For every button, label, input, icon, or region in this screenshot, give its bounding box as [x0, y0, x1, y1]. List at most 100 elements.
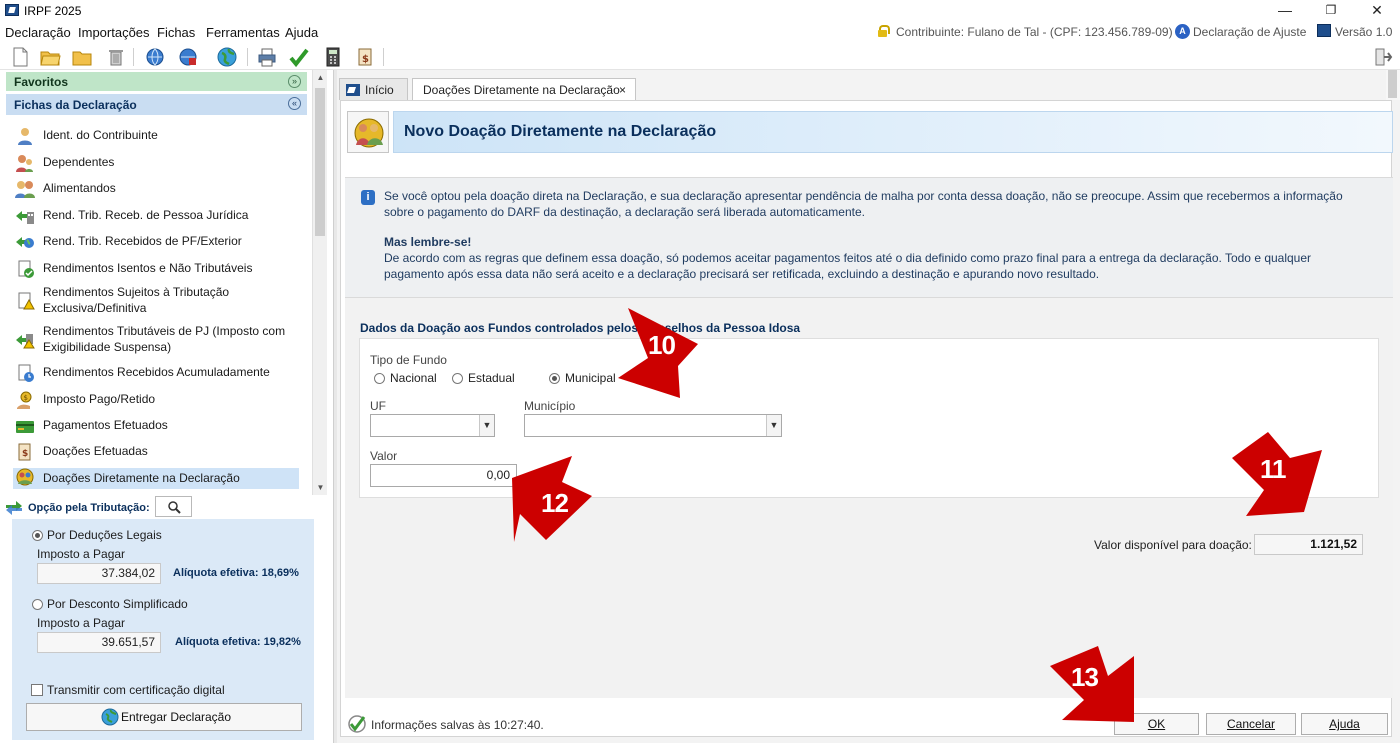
tab-inicio[interactable]: Início [339, 78, 408, 100]
contribuinte-info: Contribuinte: Fulano de Tal - (CPF: 123.… [896, 25, 1173, 39]
sidebar-item-rend-acumuladamente[interactable]: Rendimentos Recebidos Acumuladamente [13, 364, 299, 384]
maximize-button[interactable]: ❐ [1308, 0, 1354, 22]
tab-inicio-label: Início [365, 83, 394, 97]
municipio-dropdown[interactable]: ▼ [524, 414, 782, 437]
verify-check-icon[interactable] [288, 46, 310, 68]
version-label: Versão 1.0 [1335, 25, 1393, 39]
tab-doacoes[interactable]: Doações Diretamente na Declaração × [412, 78, 636, 100]
close-window-button[interactable]: ✕ [1354, 0, 1400, 22]
valor-label: Valor [370, 449, 398, 463]
people-icon [15, 181, 35, 198]
aliquota-simplificado: Alíquota efetiva: 19,82% [175, 636, 301, 648]
sidebar-item-rend-isentos[interactable]: Rendimentos Isentos e Não Tributáveis [13, 260, 299, 280]
sidebar-item-alimentandos[interactable]: Alimentandos [13, 180, 299, 200]
menu-ajuda[interactable]: Ajuda [285, 25, 318, 40]
expand-favoritos-icon[interactable]: » [288, 75, 301, 88]
fichas-header[interactable]: Fichas da Declaração « [6, 94, 307, 115]
left-panel: Favoritos » Fichas da Declaração « Ident… [0, 70, 333, 743]
scroll-up-icon[interactable]: ▲ [313, 70, 328, 85]
document-warning-icon [18, 292, 35, 310]
darf-document-icon[interactable]: $ [354, 46, 376, 68]
version-icon [1317, 24, 1331, 37]
sidebar-item-pagamentos[interactable]: Pagamentos Efetuados [13, 417, 299, 437]
info-bold-text: Mas lembre-se! [384, 235, 472, 249]
valor-input[interactable]: 0,00 [370, 464, 517, 487]
annotation-label-10: 10 [648, 330, 676, 360]
money-warning-icon [16, 334, 35, 349]
print-icon[interactable] [256, 46, 278, 68]
sidebar-item-rend-pf-exterior[interactable]: Rend. Trib. Recebidos de PF/Exterior [13, 233, 299, 253]
sidebar-item-rend-suspensa[interactable]: Rendimentos Tributáveis de PJ (Imposto c… [13, 323, 299, 357]
document-clock-icon [18, 364, 34, 382]
annotation-label-13: 13 [1071, 662, 1099, 692]
imposto-pagar-label-2: Imposto a Pagar [37, 616, 126, 630]
favoritos-header[interactable]: Favoritos » [6, 72, 307, 91]
card-icon [16, 421, 34, 433]
sidebar-item-doacoes-diretamente[interactable]: Doações Diretamente na Declaração [13, 468, 299, 489]
tipo-fundo-label: Tipo de Fundo [370, 353, 447, 367]
radio-estadual[interactable] [452, 373, 463, 384]
section-title: Dados da Doação aos Fundos controlados p… [360, 321, 801, 335]
open-folder-icon[interactable] [39, 46, 61, 68]
donation-people-icon [354, 118, 384, 148]
search-icon [168, 501, 181, 514]
coin-hand-icon: $ [17, 391, 32, 409]
uf-label: UF [370, 399, 386, 413]
sidebar-item-dependentes[interactable]: Dependentes [13, 154, 299, 174]
entregar-label: Entregar Declaração [120, 710, 232, 724]
compare-search-button[interactable] [155, 496, 192, 517]
scroll-down-icon[interactable]: ▼ [313, 480, 328, 495]
globe-icon[interactable] [216, 46, 238, 68]
nacional-label: Nacional [390, 371, 437, 385]
certificacao-label: Transmitir com certificação digital [47, 683, 225, 697]
scroll-thumb[interactable] [315, 88, 325, 236]
menu-fichas[interactable]: Fichas [157, 25, 195, 40]
exit-icon[interactable] [1372, 46, 1394, 68]
menu-ferramentas[interactable]: Ferramentas [206, 25, 280, 40]
sidebar-item-rend-pj[interactable]: Rend. Trib. Receb. de Pessoa Jurídica [13, 207, 299, 227]
cancelar-button[interactable]: Cancelar [1206, 713, 1296, 735]
trash-icon[interactable] [105, 46, 127, 68]
radio-nacional[interactable] [374, 373, 385, 384]
sidebar-item-doacoes-efetuadas[interactable]: $ Doações Efetuadas [13, 443, 299, 463]
form-icon-box [347, 111, 389, 153]
receive-icon[interactable] [177, 46, 199, 68]
swap-arrows-icon [6, 501, 22, 515]
fichas-label: Fichas da Declaração [14, 98, 137, 112]
sidebar-item-rend-exclusiva[interactable]: Rendimentos Sujeitos à Tributação Exclus… [13, 284, 299, 318]
sidebar-scrollbar[interactable]: ▲ ▼ [312, 70, 327, 495]
tab-doacoes-label: Doações Diretamente na Declaração [423, 83, 620, 97]
lock-icon [878, 25, 890, 37]
certificacao-checkbox[interactable] [31, 684, 43, 696]
title-bar: IRPF 2025 — ❐ ✕ [0, 0, 1400, 22]
entregar-declaracao-button[interactable]: Entregar Declaração [26, 703, 302, 731]
form-title-bar: Novo Doação Diretamente na Declaração [393, 111, 1393, 153]
minimize-button[interactable]: — [1262, 0, 1308, 22]
money-company-icon [16, 211, 34, 224]
imposto-deducoes-value: 37.384,02 [37, 563, 161, 584]
transmit-icon[interactable] [144, 46, 166, 68]
tab-close-icon[interactable]: × [619, 79, 626, 101]
calculator-icon[interactable] [322, 46, 344, 68]
collapse-fichas-icon[interactable]: « [288, 97, 301, 110]
saved-check-icon [348, 715, 366, 733]
ajuda-button[interactable]: Ajuda [1301, 713, 1388, 735]
sidebar-item-imposto-pago[interactable]: $ Imposto Pago/Retido [13, 391, 299, 411]
menu-importacoes[interactable]: Importações [78, 25, 150, 40]
menu-declaracao[interactable]: Declaração [5, 25, 71, 40]
info-icon: i [361, 190, 375, 205]
declaration-type: Declaração de Ajuste [1193, 25, 1307, 39]
document-money-icon: $ [18, 443, 31, 461]
radio-municipal[interactable] [549, 373, 560, 384]
content-scrollbar[interactable] [1386, 70, 1400, 100]
sidebar-item-ident-contribuinte[interactable]: Ident. do Contribuinte [13, 127, 299, 147]
form-content: Novo Doação Diretamente na Declaração i … [340, 100, 1393, 737]
donation-people-icon [16, 468, 34, 486]
radio-deducoes-legais[interactable] [32, 530, 43, 541]
home-logo-icon [346, 84, 360, 96]
ok-button[interactable]: OK [1114, 713, 1199, 735]
uf-dropdown[interactable]: ▼ [370, 414, 495, 437]
radio-desconto-simplificado[interactable] [32, 599, 43, 610]
folder-icon[interactable] [71, 46, 93, 68]
new-file-icon[interactable] [9, 46, 31, 68]
